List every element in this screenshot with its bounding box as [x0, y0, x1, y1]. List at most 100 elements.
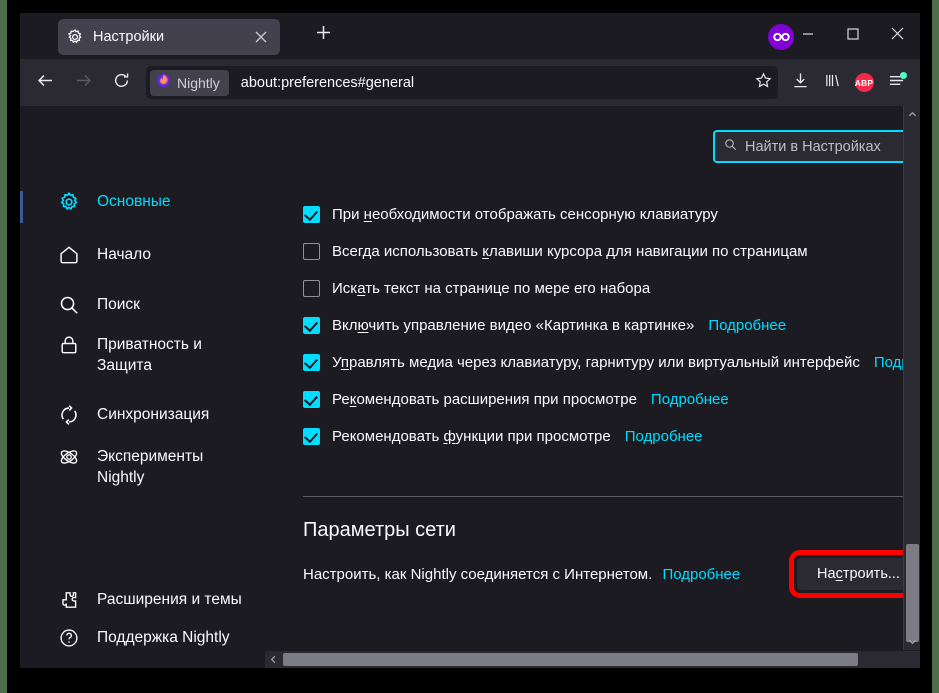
checkbox-row-search-as-you-type[interactable]: Искать текст на странице по мере его наб… — [303, 280, 650, 297]
sidebar-item-support[interactable]: Поддержка Nightly — [58, 627, 230, 649]
arrow-right-icon — [75, 72, 92, 94]
sidebar-item-addons[interactable]: Расширения и темы — [58, 589, 242, 611]
preferences-main: Найти в Настройках При необходимости ото… — [265, 106, 920, 647]
reload-button[interactable] — [104, 66, 138, 100]
learn-more-link[interactable]: Подробнее — [662, 566, 740, 583]
checkbox[interactable] — [303, 428, 320, 445]
vertical-scrollbar-thumb[interactable] — [906, 544, 919, 642]
atom-icon — [58, 446, 80, 468]
adblock-button[interactable]: ABP — [848, 67, 880, 99]
checkbox[interactable] — [303, 317, 320, 334]
update-indicator-dot — [900, 71, 907, 79]
learn-more-link[interactable]: Подробнее — [708, 317, 786, 334]
sidebar-item-label: Эксперименты Nightly — [97, 448, 204, 486]
checkbox-label: При необходимости отображать сенсорную к… — [332, 206, 718, 223]
vertical-scrollbar[interactable] — [903, 106, 920, 650]
sidebar-item-label: Основные — [97, 193, 171, 210]
maximize-icon — [846, 27, 859, 45]
window-controls — [785, 13, 920, 59]
checkbox-row-picture-in-picture[interactable]: Включить управление видео «Картинка в ка… — [303, 317, 786, 334]
checkbox[interactable] — [303, 391, 320, 408]
browser-window: Настройки Nightly about:preferences#gene… — [20, 13, 920, 668]
checkbox-label: Управлять медиа через клавиатуру, гарнит… — [332, 354, 860, 371]
app-menu-button[interactable] — [880, 67, 912, 99]
star-icon[interactable] — [755, 71, 772, 94]
firefox-nightly-icon — [156, 73, 171, 93]
reload-icon — [113, 72, 130, 94]
learn-more-link[interactable]: Подробнее — [625, 428, 703, 445]
checkbox-label: Рекомендовать функции при просмотре — [332, 428, 611, 445]
minimize-button[interactable] — [785, 13, 830, 59]
minimize-icon — [802, 27, 814, 45]
url-text: about:preferences#general — [240, 74, 415, 91]
checkbox[interactable] — [303, 280, 320, 297]
learn-more-link[interactable]: Подробнее — [651, 391, 729, 408]
checkbox-label: Всегда использовать клавиши курсора для … — [332, 243, 808, 260]
network-settings-button-label: Настроить... — [817, 566, 900, 582]
download-icon — [792, 72, 809, 94]
downloads-button[interactable] — [784, 67, 816, 99]
question-circle-icon — [58, 627, 80, 649]
chevron-down-icon[interactable] — [904, 633, 920, 650]
sidebar-item-search[interactable]: Поиск — [58, 294, 140, 316]
puzzle-icon — [58, 589, 80, 611]
sidebar-item-label: Расширения и темы — [97, 591, 242, 608]
checkbox-row-caret-browsing[interactable]: Всегда использовать клавиши курсора для … — [303, 243, 808, 260]
new-tab-button[interactable] — [308, 20, 338, 50]
search-icon — [58, 294, 80, 316]
gear-icon — [66, 28, 84, 46]
back-button[interactable] — [28, 66, 62, 100]
gear-icon — [58, 191, 80, 213]
checkbox-row-recommend-extensions[interactable]: Рекомендовать расширения при просмотре П… — [303, 391, 729, 408]
sidebar-item-experiments[interactable]: Эксперименты Nightly — [58, 446, 203, 488]
sync-icon — [58, 404, 80, 426]
checkbox-row-recommend-features[interactable]: Рекомендовать функции при просмотре Подр… — [303, 428, 703, 445]
library-icon — [824, 72, 841, 94]
checkbox[interactable] — [303, 206, 320, 223]
tab-title: Настройки — [93, 29, 165, 45]
sidebar-item-general[interactable]: Основные — [58, 191, 171, 213]
forward-button[interactable] — [66, 66, 100, 100]
sidebar-item-label: Поддержка Nightly — [97, 629, 230, 646]
checkbox-label: Рекомендовать расширения при просмотре — [332, 391, 637, 408]
adblock-plus-icon: ABP — [854, 73, 874, 92]
tab-bar: Настройки — [20, 13, 920, 59]
section-divider — [303, 496, 918, 497]
close-icon[interactable] — [250, 26, 272, 48]
checkbox-label: Искать текст на странице по мере его наб… — [332, 280, 651, 297]
navigation-toolbar: Nightly about:preferences#general ABP — [20, 59, 920, 106]
address-bar[interactable]: Nightly about:preferences#general — [146, 66, 778, 99]
checkbox[interactable] — [303, 243, 320, 260]
lock-icon — [58, 334, 80, 356]
section-description-text: Настроить, как Nightly соединяется с Инт… — [303, 566, 653, 583]
horizontal-scrollbar[interactable] — [265, 651, 920, 668]
horizontal-scrollbar-thumb[interactable] — [283, 653, 858, 666]
scrollbar-corner — [903, 651, 920, 668]
chevron-up-icon[interactable] — [904, 106, 920, 123]
chevron-left-icon[interactable] — [265, 651, 282, 668]
sidebar-item-sync[interactable]: Синхронизация — [58, 404, 209, 426]
sidebar-item-label: Поиск — [97, 296, 140, 313]
sidebar-item-home[interactable]: Начало — [58, 244, 151, 266]
checkbox-row-media-control[interactable]: Управлять медиа через клавиатуру, гарнит… — [303, 354, 920, 371]
identity-brand-chip[interactable]: Nightly — [150, 69, 229, 96]
sidebar-item-label: Синхронизация — [97, 406, 210, 423]
maximize-button[interactable] — [830, 13, 875, 59]
arrow-left-icon — [37, 72, 54, 94]
checkbox-row-touch-keyboard[interactable]: При необходимости отображать сенсорную к… — [303, 206, 718, 223]
search-input[interactable]: Найти в Настройках — [713, 130, 920, 163]
checkbox[interactable] — [303, 354, 320, 371]
preferences-sidebar: Основные Начало Поиск Приватность и Защи… — [20, 106, 265, 647]
checkbox-label: Включить управление видео «Картинка в ка… — [332, 317, 695, 334]
browser-tab[interactable]: Настройки — [58, 19, 280, 55]
sidebar-item-label: Приватность и Защита — [97, 336, 202, 374]
network-settings-button[interactable]: Настроить... — [797, 558, 920, 590]
sidebar-item-label: Начало — [97, 246, 152, 263]
search-placeholder: Найти в Настройках — [745, 138, 881, 155]
sidebar-item-privacy[interactable]: Приватность и Защита — [58, 334, 202, 376]
close-button[interactable] — [875, 13, 920, 59]
brand-label: Nightly — [177, 74, 220, 91]
window-close-icon — [891, 27, 904, 45]
home-icon — [58, 244, 80, 266]
library-button[interactable] — [816, 67, 848, 99]
